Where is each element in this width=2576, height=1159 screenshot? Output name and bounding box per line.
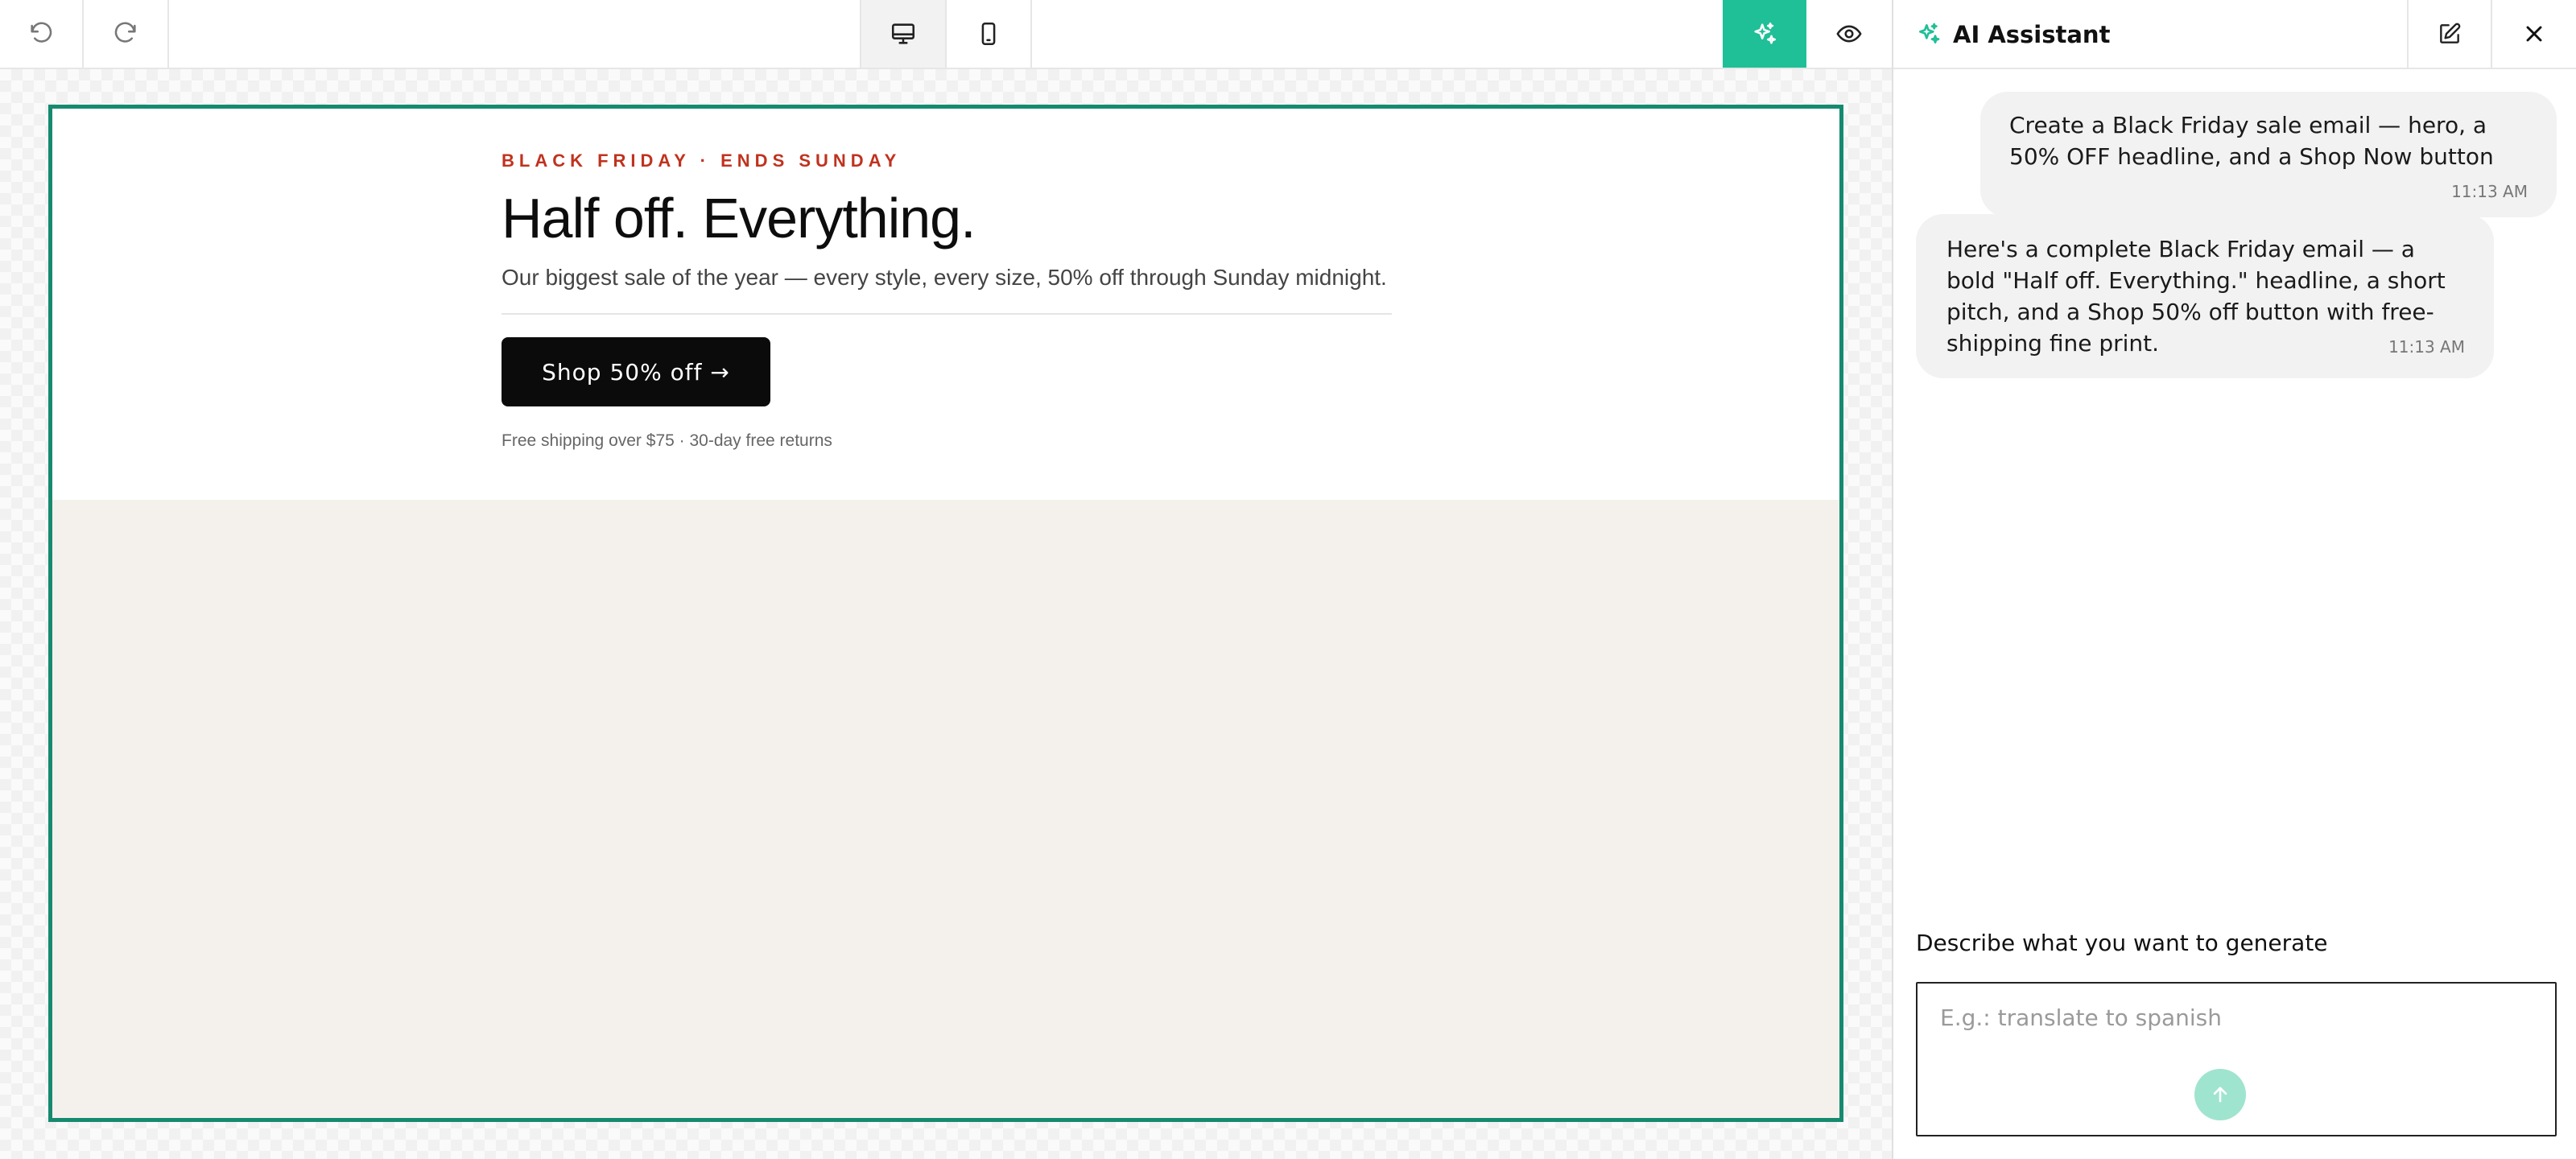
message-text: Here's a complete Black Friday email — a…: [1946, 236, 2446, 357]
ai-assistant-panel: AI Assistant Create a Black Friday sale …: [1892, 0, 2576, 1159]
user-message: Create a Black Friday sale email — hero,…: [1980, 92, 2557, 217]
message-timestamp: 11:13 AM: [2388, 337, 2465, 357]
sparkle-icon: [1919, 23, 1940, 43]
redo-icon: [114, 22, 136, 43]
edit-icon: [2440, 23, 2461, 43]
editor-toolbar: [0, 0, 1892, 69]
new-chat-button[interactable]: [2407, 0, 2492, 68]
email-hero-section[interactable]: BLACK FRIDAY · ENDS SUNDAY Half off. Eve…: [52, 109, 1839, 500]
email-cta-button[interactable]: Shop 50% off →: [502, 337, 770, 406]
email-eyebrow[interactable]: BLACK FRIDAY · ENDS SUNDAY: [502, 151, 1392, 171]
message-text: Create a Black Friday sale email — hero,…: [2009, 112, 2494, 170]
editor-canvas: BLACK FRIDAY · ENDS SUNDAY Half off. Eve…: [0, 69, 1892, 1159]
hero-content: BLACK FRIDAY · ENDS SUNDAY Half off. Eve…: [502, 151, 1392, 452]
mobile-view-button[interactable]: [947, 0, 1032, 68]
undo-button[interactable]: [0, 0, 84, 68]
email-headline[interactable]: Half off. Everything.: [502, 186, 1392, 250]
email-subline[interactable]: Our biggest sale of the year — every sty…: [502, 263, 1392, 292]
email-fine-print[interactable]: Free shipping over $75 · 30-day free ret…: [502, 431, 1392, 452]
close-panel-button[interactable]: [2492, 0, 2576, 68]
panel-header: AI Assistant: [1893, 0, 2576, 69]
assistant-message: Here's a complete Black Friday email — a…: [1916, 214, 2494, 378]
panel-title: AI Assistant: [1953, 21, 2111, 48]
mobile-icon: [981, 22, 996, 46]
redo-button[interactable]: [84, 0, 169, 68]
desktop-view-button[interactable]: [860, 0, 947, 68]
ai-assistant-button[interactable]: [1723, 0, 1806, 68]
email-divider: [502, 313, 1392, 315]
close-icon: [2526, 26, 2542, 42]
preview-button[interactable]: [1806, 0, 1892, 68]
ai-sparkle-icon: [1754, 22, 1777, 44]
prompt-label: Describe what you want to generate: [1916, 930, 2328, 956]
email-preview-frame[interactable]: BLACK FRIDAY · ENDS SUNDAY Half off. Eve…: [48, 105, 1843, 1122]
undo-icon: [31, 22, 52, 43]
send-button[interactable]: [2194, 1069, 2246, 1120]
eye-icon: [1836, 25, 1862, 43]
desktop-icon: [891, 23, 915, 44]
arrow-up-icon: [2213, 1087, 2227, 1103]
message-timestamp: 11:13 AM: [2451, 182, 2528, 201]
